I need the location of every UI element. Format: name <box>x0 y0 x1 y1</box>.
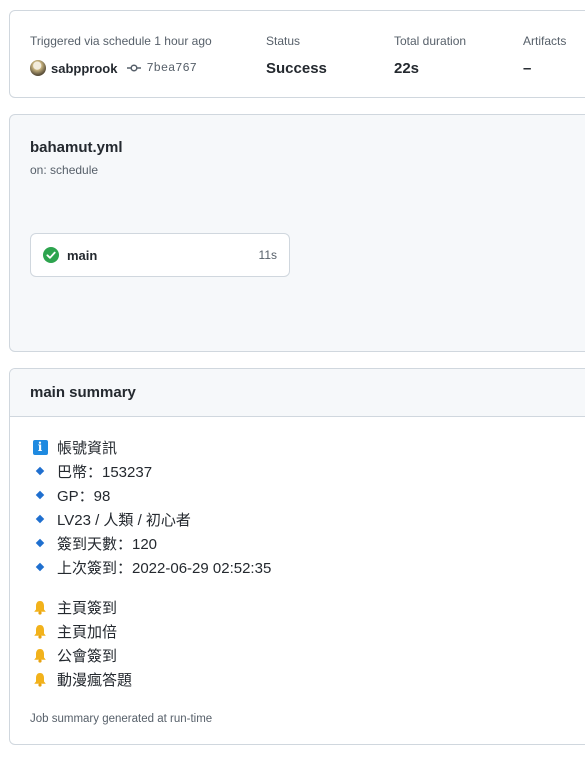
job-node-main[interactable]: main 11s <box>30 233 290 277</box>
artifacts-value: – <box>523 60 532 77</box>
info-item-text: 簽到天數：120 <box>57 535 158 553</box>
workflow-trigger: on: schedule <box>30 163 99 177</box>
artifacts-column: Artifacts – <box>523 33 566 79</box>
duration-label: Total duration <box>394 34 467 48</box>
bell-icon <box>32 600 48 615</box>
task-item: 動漫瘋答題 <box>32 667 271 691</box>
info-item-text: LV23 / 人類 / 初心者 <box>57 511 191 529</box>
bell-icon <box>32 648 48 663</box>
list-item: GP：98 <box>32 483 271 507</box>
check-circle-icon <box>43 247 59 263</box>
bell-icon <box>32 672 48 687</box>
task-text: 主頁加倍 <box>57 623 118 641</box>
run-overview-card: Triggered via schedule 1 hour ago sabppr… <box>9 10 585 98</box>
avatar[interactable] <box>30 60 46 76</box>
task-item: 主頁加倍 <box>32 619 271 643</box>
actor-row: sabpprook 7bea767 <box>30 58 212 78</box>
summary-header: main summary <box>10 369 585 417</box>
summary-footer: Job summary generated at run-time <box>30 713 213 725</box>
info-heading-row: i 帳號資訊 <box>32 435 271 459</box>
info-icon: i <box>32 439 48 455</box>
diamond-bullet-icon <box>32 466 48 476</box>
list-item: 簽到天數：120 <box>32 531 271 555</box>
diamond-bullet-icon <box>32 538 48 548</box>
diamond-bullet-icon <box>32 490 48 500</box>
bell-icon <box>32 624 48 639</box>
summary-title: main summary <box>30 384 136 401</box>
job-duration: 11s <box>258 248 277 262</box>
duration-column: Total duration 22s <box>394 33 466 79</box>
summary-body: i 帳號資訊 巴幣：153237 GP：98 LV23 / 人類 / 初心者 簽… <box>32 435 271 691</box>
git-commit-icon <box>127 63 142 73</box>
trigger-column: Triggered via schedule 1 hour ago sabppr… <box>30 33 212 78</box>
diamond-bullet-icon <box>32 514 48 524</box>
list-item: 上次簽到：2022-06-29 02:52:35 <box>32 555 271 579</box>
status-label: Status <box>266 34 301 48</box>
artifacts-label: Artifacts <box>523 34 567 48</box>
job-summary-card: main summary i 帳號資訊 巴幣：153237 GP：98 LV23… <box>9 368 585 745</box>
commit-sha-link[interactable]: 7bea767 <box>146 61 196 75</box>
info-item-text: 巴幣：153237 <box>57 463 153 481</box>
actor-link[interactable]: sabpprook <box>51 61 117 76</box>
workflow-file-name: bahamut.yml <box>30 139 123 156</box>
trigger-text: Triggered via schedule 1 hour ago <box>30 34 212 48</box>
status-column: Status Success <box>266 33 327 79</box>
list-item: LV23 / 人類 / 初心者 <box>32 507 271 531</box>
info-heading: 帳號資訊 <box>57 439 118 457</box>
task-text: 公會簽到 <box>57 647 118 665</box>
duration-value: 22s <box>394 60 420 77</box>
workflow-graph-card: bahamut.yml on: schedule main 11s <box>9 114 585 352</box>
job-name: main <box>67 247 98 263</box>
diamond-bullet-icon <box>32 562 48 572</box>
task-text: 動漫瘋答題 <box>57 671 133 689</box>
info-item-text: 上次簽到：2022-06-29 02:52:35 <box>57 559 272 577</box>
task-text: 主頁簽到 <box>57 599 118 617</box>
task-item: 主頁簽到 <box>32 595 271 619</box>
task-item: 公會簽到 <box>32 643 271 667</box>
status-value: Success <box>266 60 327 77</box>
list-item: 巴幣：153237 <box>32 459 271 483</box>
info-item-text: GP：98 <box>57 487 111 505</box>
